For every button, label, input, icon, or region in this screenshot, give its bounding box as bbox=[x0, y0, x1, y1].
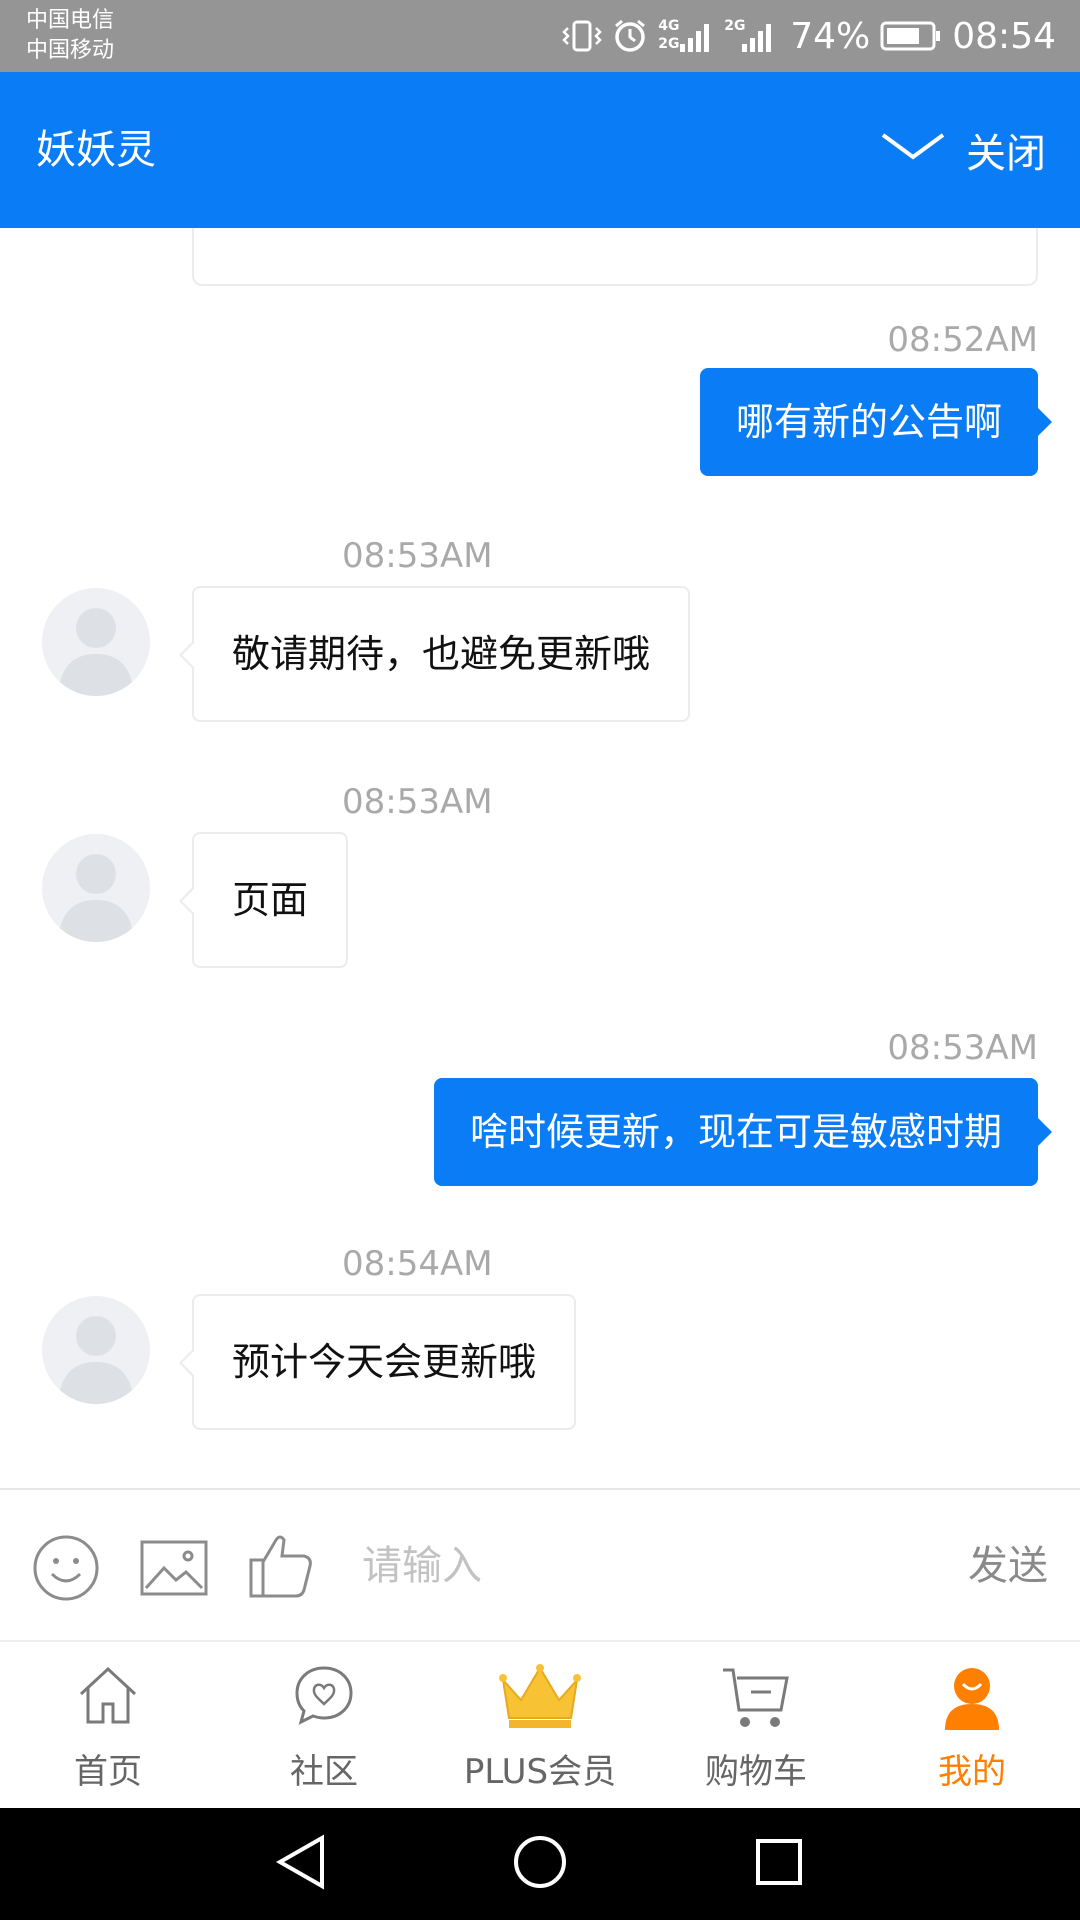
nav-label-community: 社区 bbox=[290, 1752, 358, 1792]
battery-icon bbox=[880, 21, 942, 51]
app-screen: 中国电信 中国移动 4G 2G 2G 74% 08:54 妖妖灵 关闭 08:5… bbox=[0, 0, 1080, 1920]
nav-label-plus: PLUS会员 bbox=[463, 1752, 617, 1792]
nav-label-profile: 我的 bbox=[938, 1752, 1006, 1792]
chevron-down-icon bbox=[880, 127, 946, 173]
system-navigation-bar bbox=[0, 1808, 1080, 1920]
close-button[interactable]: 关闭 bbox=[880, 72, 1046, 228]
agent-avatar[interactable] bbox=[42, 1296, 150, 1404]
carrier-info: 中国电信 中国移动 bbox=[26, 6, 114, 66]
message-input[interactable] bbox=[362, 1530, 902, 1602]
bottom-navigation: 首页 社区 PLUS会员 购物车 我的 bbox=[0, 1640, 1080, 1808]
signal-2-icon: 2G bbox=[724, 16, 780, 56]
message-timestamp: 08:52AM bbox=[887, 320, 1038, 360]
chat-message-list[interactable]: 08:52AM 哪有新的公告啊 08:53AM 敬请期待，也避免更新哦 08:5… bbox=[0, 228, 1080, 1488]
page-title: 妖妖灵 bbox=[36, 127, 156, 173]
message-timestamp: 08:53AM bbox=[342, 536, 493, 576]
incoming-message-bubble[interactable]: 敬请期待，也避免更新哦 bbox=[178, 586, 691, 722]
nav-item-cart[interactable]: 购物车 bbox=[648, 1642, 864, 1810]
nav-item-plus[interactable]: PLUS会员 bbox=[432, 1642, 648, 1810]
nav-label-cart: 购物车 bbox=[705, 1752, 807, 1792]
previous-message-bubble bbox=[192, 228, 1038, 286]
nav-item-community[interactable]: 社区 bbox=[216, 1642, 432, 1810]
carrier-1: 中国电信 bbox=[26, 8, 115, 33]
emoji-icon[interactable] bbox=[32, 1534, 100, 1606]
message-timestamp: 08:53AM bbox=[887, 1028, 1038, 1068]
recents-icon[interactable] bbox=[754, 1832, 804, 1896]
vibrate-icon bbox=[562, 18, 603, 54]
image-icon[interactable] bbox=[140, 1540, 208, 1600]
agent-avatar[interactable] bbox=[42, 834, 150, 942]
cart-icon bbox=[721, 1664, 791, 1736]
home-circle-icon[interactable] bbox=[512, 1832, 568, 1896]
status-icons: 4G 2G 2G 74% 08:54 bbox=[562, 0, 1056, 72]
crown-icon bbox=[499, 1664, 581, 1734]
home-icon bbox=[77, 1664, 139, 1730]
status-bar: 中国电信 中国移动 4G 2G 2G 74% 08:54 bbox=[0, 0, 1080, 72]
close-label: 关闭 bbox=[966, 131, 1046, 177]
nav-item-home[interactable]: 首页 bbox=[0, 1642, 216, 1810]
message-input-bar: 发送 bbox=[0, 1488, 1080, 1640]
outgoing-message-bubble[interactable]: 哪有新的公告啊 bbox=[699, 368, 1053, 476]
alarm-icon bbox=[612, 18, 648, 54]
outgoing-message-bubble[interactable]: 啥时候更新，现在可是敏感时期 bbox=[433, 1078, 1053, 1186]
message-timestamp: 08:54AM bbox=[342, 1244, 493, 1284]
chat-header: 妖妖灵 关闭 bbox=[0, 72, 1080, 228]
agent-avatar[interactable] bbox=[42, 588, 150, 696]
send-button[interactable]: 发送 bbox=[968, 1490, 1048, 1642]
thumbs-up-icon[interactable] bbox=[248, 1532, 314, 1604]
incoming-message-bubble[interactable]: 页面 bbox=[178, 832, 349, 968]
carrier-2: 中国移动 bbox=[26, 38, 115, 63]
message-timestamp: 08:53AM bbox=[342, 782, 493, 822]
profile-icon bbox=[941, 1664, 1003, 1734]
incoming-message-bubble[interactable]: 预计今天会更新哦 bbox=[178, 1294, 577, 1430]
signal-1-icon: 4G 2G bbox=[658, 16, 714, 56]
battery-percent: 74% bbox=[790, 15, 871, 57]
nav-item-profile[interactable]: 我的 bbox=[864, 1642, 1080, 1810]
back-icon[interactable] bbox=[274, 1832, 328, 1896]
nav-label-home: 首页 bbox=[74, 1752, 142, 1792]
community-icon bbox=[293, 1664, 355, 1730]
clock-time: 08:54 bbox=[952, 15, 1056, 57]
